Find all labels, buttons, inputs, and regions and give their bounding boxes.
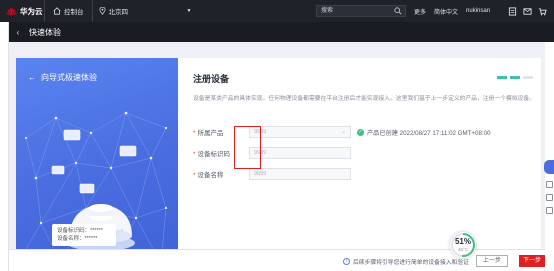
required-mark: * bbox=[193, 172, 196, 179]
arrow-left-icon: ← bbox=[28, 73, 36, 82]
required-mark: * bbox=[193, 151, 196, 158]
region-select[interactable]: 北京四 ▼ bbox=[93, 6, 198, 16]
device-name-tip: 设备名称：****** bbox=[57, 236, 98, 242]
form-title: 注册设备 bbox=[193, 74, 230, 84]
footer-hint-text: 后续步骤将引导您进行简单的设备接入和验证 bbox=[353, 260, 469, 266]
console-link[interactable]: 控制台 bbox=[45, 6, 92, 16]
language-link[interactable]: 简体中文 bbox=[434, 7, 458, 16]
home-icon bbox=[53, 7, 61, 15]
right-rail bbox=[545, 42, 554, 271]
back-arrow-icon[interactable]: ‹ bbox=[9, 28, 27, 37]
document-icon[interactable] bbox=[508, 6, 517, 16]
chevron-down-icon: ⌄ bbox=[341, 129, 346, 135]
search-icon[interactable] bbox=[394, 7, 402, 15]
cart-icon[interactable] bbox=[538, 7, 547, 16]
brand-name: 华为云 bbox=[20, 6, 43, 16]
feedback-icon[interactable] bbox=[546, 181, 553, 188]
device-name-label: * 设备名称 bbox=[193, 172, 224, 179]
form-description: 设备是某类产品的具体实现。任何物理设备都需要在平台注册后才能实现接入。这里我们基… bbox=[193, 96, 533, 102]
product-select[interactable]: 9999 ⌄ bbox=[249, 126, 351, 138]
check-circle-icon: ✓ bbox=[357, 128, 364, 136]
highlight-box bbox=[234, 126, 261, 169]
huawei-logo-icon bbox=[6, 7, 17, 16]
page-titlebar: ‹ 快速体验 bbox=[9, 22, 554, 42]
device-id-row: * 设备标识码 9999 bbox=[193, 147, 351, 159]
prev-button[interactable]: 上一步 bbox=[476, 255, 508, 267]
more-link[interactable]: 更多 bbox=[414, 7, 426, 16]
gauge-temp: 46°C bbox=[457, 247, 469, 252]
product-status-text: 产品已创建 2022/08/27 17:11:02 GMT+08:00 bbox=[367, 129, 491, 137]
next-button[interactable]: 下一步 bbox=[519, 255, 545, 267]
step-indicator bbox=[497, 76, 533, 79]
location-pin-icon bbox=[98, 7, 106, 15]
guide-back-link[interactable]: ← 向导式极速体验 bbox=[28, 72, 97, 83]
nav-icons bbox=[508, 0, 547, 22]
step-dot bbox=[510, 76, 520, 79]
gauge-percent: 51% bbox=[454, 237, 471, 246]
device-id-input[interactable]: 9999 bbox=[249, 147, 351, 159]
chevron-down-icon: ▼ bbox=[186, 8, 192, 14]
page-title: 快速体验 bbox=[29, 27, 61, 37]
illustration-panel: ← 向导式极速体验 设备标识码：****** 设备名称：****** bbox=[16, 58, 178, 271]
step-dot bbox=[497, 76, 507, 79]
guide-title: 向导式极速体验 bbox=[41, 73, 97, 82]
username-link[interactable]: nukinsan bbox=[466, 8, 490, 14]
search-placeholder: 搜索 bbox=[321, 8, 334, 14]
info-icon: i bbox=[343, 258, 350, 265]
nav-links: 更多 简体中文 nukinsan bbox=[414, 0, 490, 22]
region-label: 北京四 bbox=[108, 9, 129, 16]
console-label: 控制台 bbox=[64, 9, 84, 16]
brand-logo[interactable]: 华为云 bbox=[0, 6, 44, 17]
top-nav: 华为云 控制台 北京四 ▼ 搜索 更多 简体中文 nukinsan bbox=[0, 0, 554, 22]
performance-gauge[interactable]: 51% 46°C bbox=[450, 232, 476, 258]
chat-bubble-icon[interactable] bbox=[544, 160, 554, 174]
edit-icon[interactable] bbox=[546, 194, 553, 201]
message-icon[interactable] bbox=[523, 7, 532, 16]
device-id-tip: 设备标识码：****** bbox=[57, 228, 103, 234]
settings-icon[interactable] bbox=[546, 207, 553, 214]
device-name-row: * 设备名称 9999 bbox=[193, 168, 351, 180]
device-info-tooltip: 设备标识码：****** 设备名称：****** bbox=[52, 224, 116, 246]
left-gutter bbox=[0, 22, 9, 271]
required-mark: * bbox=[193, 130, 196, 137]
footer-hint: i 后续步骤将引导您进行简单的设备接入和验证 bbox=[343, 257, 469, 266]
product-status: ✓ 产品已创建 2022/08/27 17:11:02 GMT+08:00 bbox=[357, 128, 491, 137]
step-dot bbox=[523, 76, 533, 79]
search-input[interactable]: 搜索 bbox=[316, 5, 406, 17]
device-name-input[interactable]: 9999 bbox=[249, 168, 351, 180]
